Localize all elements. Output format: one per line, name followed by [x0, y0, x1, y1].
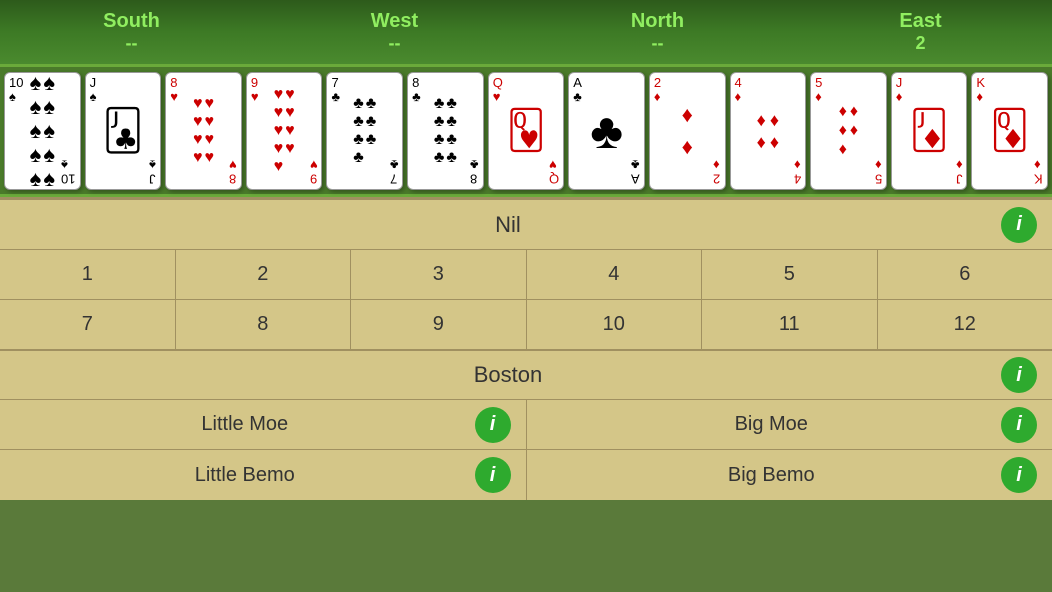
card-7c[interactable]: 7♣ ♣♣♣♣♣♣♣ 7♣ [326, 72, 403, 190]
little-bemo-info-button[interactable]: i [475, 457, 511, 493]
card-5d[interactable]: 5♦ ♦♦♦♦♦ 5♦ [810, 72, 887, 190]
header: South -- West -- North -- East 2 [0, 0, 1052, 67]
big-moe-cell[interactable]: Big Moe i [527, 400, 1052, 449]
south-col: South -- [0, 0, 263, 64]
card-jd[interactable]: J♦ 🃋 J♦ [891, 72, 968, 190]
south-label: South [103, 10, 160, 33]
nil-row: Nil i [0, 200, 1052, 250]
big-bemo-cell[interactable]: Big Bemo i [527, 450, 1052, 500]
east-label: East [899, 10, 941, 33]
bid-cell-5[interactable]: 5 [702, 250, 878, 299]
east-col: East 2 [789, 0, 1052, 64]
west-col: West -- [263, 0, 526, 64]
north-col: North -- [526, 0, 789, 64]
card-8c[interactable]: 8♣ ♣♣♣♣♣♣♣♣ 8♣ [407, 72, 484, 190]
card-10s[interactable]: 10♠ ♠♠♠♠♠♠♠♠♠♠ 10♠ [4, 72, 81, 190]
card-4d[interactable]: 4♦ ♦♦♦♦ 4♦ [730, 72, 807, 190]
big-bemo-label: Big Bemo [542, 464, 1002, 487]
card-qh[interactable]: Q♥ 🂽 Q♥ [488, 72, 565, 190]
south-sub: -- [126, 33, 138, 54]
bottom-panel: Nil i 1 2 3 4 5 6 7 8 9 10 11 12 Boston … [0, 197, 1052, 500]
west-sub: -- [389, 33, 401, 54]
little-moe-cell[interactable]: Little Moe i [0, 400, 527, 449]
north-label: North [631, 10, 684, 33]
card-9h[interactable]: 9♥ ♥♥♥♥♥♥♥♥♥ 9♥ [246, 72, 323, 190]
big-moe-label: Big Moe [542, 413, 1002, 436]
boston-row: Boston i [0, 350, 1052, 400]
boston-label: Boston [15, 362, 1001, 388]
little-bemo-label: Little Bemo [15, 464, 475, 487]
bid-row-1: 1 2 3 4 5 6 [0, 250, 1052, 300]
bid-cell-10[interactable]: 10 [527, 300, 703, 349]
nil-info-button[interactable]: i [1001, 207, 1037, 243]
card-kd[interactable]: K♦ 🃍 K♦ [971, 72, 1048, 190]
west-label: West [371, 10, 418, 33]
card-2d[interactable]: 2♦ ♦♦ 2♦ [649, 72, 726, 190]
bemo-row: Little Bemo i Big Bemo i [0, 450, 1052, 500]
little-moe-label: Little Moe [15, 413, 475, 436]
bid-cell-3[interactable]: 3 [351, 250, 527, 299]
card-ac[interactable]: A♣ ♣ A♣ [568, 72, 645, 190]
north-sub: -- [652, 33, 664, 54]
bid-cell-2[interactable]: 2 [176, 250, 352, 299]
card-js[interactable]: J♠ 🃛 J♠ [85, 72, 162, 190]
bid-cell-1[interactable]: 1 [0, 250, 176, 299]
bid-cell-4[interactable]: 4 [527, 250, 703, 299]
bid-cell-11[interactable]: 11 [702, 300, 878, 349]
bid-cell-7[interactable]: 7 [0, 300, 176, 349]
cards-area: 10♠ ♠♠♠♠♠♠♠♠♠♠ 10♠ J♠ 🃛 J♠ 8♥ ♥♥♥♥♥♥♥♥ 8… [0, 67, 1052, 197]
little-moe-info-button[interactable]: i [475, 407, 511, 443]
little-bemo-cell[interactable]: Little Bemo i [0, 450, 527, 500]
bid-cell-8[interactable]: 8 [176, 300, 352, 349]
moe-row: Little Moe i Big Moe i [0, 400, 1052, 450]
bid-cell-12[interactable]: 12 [878, 300, 1052, 349]
bid-cell-9[interactable]: 9 [351, 300, 527, 349]
card-8h[interactable]: 8♥ ♥♥♥♥♥♥♥♥ 8♥ [165, 72, 242, 190]
east-sub: 2 [915, 33, 925, 54]
big-moe-info-button[interactable]: i [1001, 407, 1037, 443]
boston-info-button[interactable]: i [1001, 357, 1037, 393]
big-bemo-info-button[interactable]: i [1001, 457, 1037, 493]
bid-row-2: 7 8 9 10 11 12 [0, 300, 1052, 350]
bid-cell-6[interactable]: 6 [878, 250, 1052, 299]
nil-label: Nil [15, 212, 1001, 238]
